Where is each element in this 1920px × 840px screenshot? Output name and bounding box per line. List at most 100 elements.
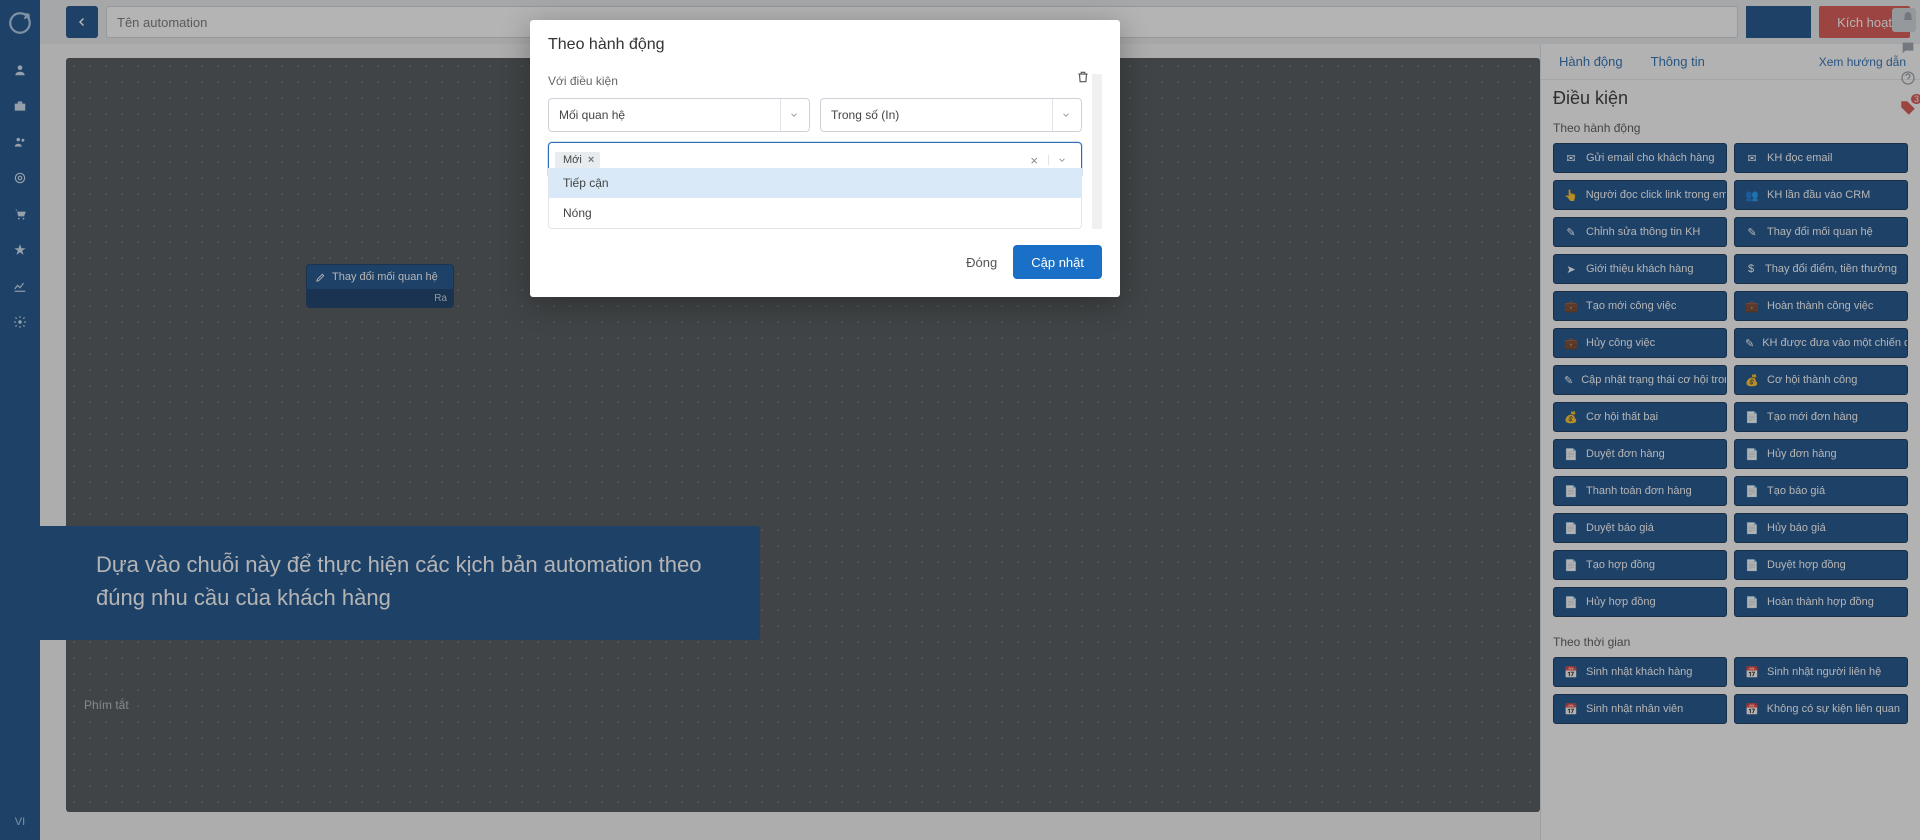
clear-icon[interactable]: × (1026, 153, 1042, 168)
action-label: Sinh nhật khách hàng (1586, 666, 1692, 678)
app-logo-icon (5, 8, 35, 38)
action-icon: 📄 (1745, 522, 1759, 535)
action-label: Không có sự kiện liên quan (1767, 703, 1900, 715)
action-button[interactable]: ✎KH được đưa vào một chiến dịch (1734, 328, 1908, 358)
action-icon: 👆 (1564, 189, 1578, 202)
action-label: Duyệt đơn hàng (1586, 448, 1665, 460)
action-button[interactable]: ✉ Gửi email cho khách hàng (1553, 143, 1727, 173)
tab-actions[interactable]: Hành động (1545, 44, 1637, 79)
close-button[interactable]: Đóng (966, 255, 997, 270)
action-button[interactable]: 👥KH lần đầu vào CRM (1734, 180, 1908, 210)
action-icon: 📄 (1745, 411, 1759, 424)
action-button[interactable]: 📅Sinh nhật khách hàng (1553, 657, 1727, 687)
action-icon: 📄 (1564, 596, 1578, 609)
action-button[interactable]: 📅 Không có sự kiện liên quan (1734, 694, 1908, 724)
nav-cart-icon[interactable] (0, 196, 40, 232)
action-button[interactable]: ✉KH đọc email (1734, 143, 1908, 173)
action-button[interactable]: 📄Tạo mới đơn hàng (1734, 402, 1908, 432)
chat-icon[interactable] (1898, 38, 1918, 58)
trash-icon[interactable] (1076, 70, 1090, 84)
options-dropdown: Tiếp cận Nóng (548, 168, 1082, 229)
action-icon: ✉ (1564, 152, 1578, 165)
action-button[interactable]: ✎Cập nhật trạng thái cơ hội trong … (1553, 365, 1727, 395)
action-icon: 📄 (1564, 448, 1578, 461)
action-icon: ✎ (1745, 337, 1754, 350)
chevron-down-icon (1052, 99, 1071, 131)
action-button[interactable]: 📅Sinh nhật nhân viên (1553, 694, 1727, 724)
action-label: Hoàn thành hợp đồng (1767, 596, 1874, 608)
topbar-select[interactable] (1746, 6, 1811, 38)
action-button[interactable]: 📅Sinh nhật người liên hệ (1734, 657, 1908, 687)
action-label: KH lần đầu vào CRM (1767, 189, 1870, 201)
action-button[interactable]: 📄 Duyệt đơn hàng (1553, 439, 1727, 469)
action-button[interactable]: 📄Tạo hợp đồng (1553, 550, 1727, 580)
action-icon: 💼 (1564, 337, 1578, 350)
action-icon: ➤ (1564, 263, 1578, 276)
action-icon: 📅 (1745, 703, 1759, 716)
canvas-node[interactable]: Thay đổi mối quan hệ Ra (306, 264, 454, 308)
action-label: Sinh nhật nhân viên (1586, 703, 1683, 715)
action-label: KH đọc email (1767, 152, 1832, 164)
right-panel: Hành động Thông tin Xem hướng dẫn Điều k… (1540, 44, 1920, 840)
nav-gear-icon[interactable] (0, 304, 40, 340)
shortcut-label: Phím tắt (84, 698, 129, 712)
action-icon: 💼 (1564, 300, 1578, 313)
action-button[interactable]: 📄Thanh toán đơn hàng (1553, 476, 1727, 506)
action-label: Hủy công việc (1586, 337, 1655, 349)
action-button[interactable]: 📄Duyệt hợp đồng (1734, 550, 1908, 580)
option-item[interactable]: Tiếp cận (549, 168, 1081, 198)
action-button[interactable]: 💼 Hoàn thành công việc (1734, 291, 1908, 321)
left-sidebar: VI (0, 0, 40, 840)
chip: Mới × (555, 152, 600, 168)
section-action-label: Theo hành động (1541, 115, 1920, 143)
nav-briefcase-icon[interactable] (0, 88, 40, 124)
action-button[interactable]: ➤Giới thiệu khách hàng (1553, 254, 1727, 284)
action-button[interactable]: 📄Hoàn thành hợp đồng (1734, 587, 1908, 617)
section-time-label: Theo thời gian (1541, 629, 1920, 657)
action-button[interactable]: 📄Hủy hợp đồng (1553, 587, 1727, 617)
action-button[interactable]: 📄Hủy đơn hàng (1734, 439, 1908, 469)
nav-user-icon[interactable] (0, 52, 40, 88)
action-label: Gửi email cho khách hàng (1586, 152, 1714, 164)
action-button[interactable]: 📄Tạo báo giá (1734, 476, 1908, 506)
question-icon[interactable] (1898, 68, 1918, 88)
action-icon: 💰 (1745, 374, 1759, 387)
node-port-out[interactable]: Ra (307, 289, 453, 307)
nav-target-icon[interactable] (0, 160, 40, 196)
chevron-down-icon[interactable] (1048, 155, 1075, 165)
tag-icon[interactable]: 3 (1898, 98, 1918, 118)
language-indicator[interactable]: VI (15, 804, 25, 840)
caption-overlay: Dựa vào chuỗi này để thực hiện các kịch … (40, 526, 760, 640)
tag-badge: 3 (1911, 94, 1920, 104)
action-icon: 📄 (1745, 485, 1759, 498)
action-button[interactable]: 📄Hủy báo giá (1734, 513, 1908, 543)
action-label: Chỉnh sửa thông tin KH (1586, 226, 1700, 238)
action-button[interactable]: ✎Chỉnh sửa thông tin KH (1553, 217, 1727, 247)
option-item[interactable]: Nóng (549, 198, 1081, 228)
nav-star-icon[interactable] (0, 232, 40, 268)
action-button[interactable]: 💼Tạo mới công việc (1553, 291, 1727, 321)
action-icon: ✎ (1745, 226, 1759, 239)
action-label: Người đọc click link trong email (1586, 189, 1727, 201)
tab-info[interactable]: Thông tin (1637, 44, 1719, 79)
operator-select[interactable]: Trong số (In) (820, 98, 1082, 132)
action-label: Cơ hội thành công (1767, 374, 1857, 386)
nav-users-icon[interactable] (0, 124, 40, 160)
submit-button[interactable]: Cập nhật (1013, 245, 1102, 279)
action-button[interactable]: 💼 Hủy công việc (1553, 328, 1727, 358)
back-button[interactable] (66, 6, 98, 38)
action-button[interactable]: ✎Thay đổi mối quan hệ (1734, 217, 1908, 247)
action-icon: 💰 (1564, 411, 1578, 424)
field-select[interactable]: Mối quan hệ (548, 98, 810, 132)
action-label: Hoàn thành công việc (1767, 300, 1873, 312)
nav-chart-icon[interactable] (0, 268, 40, 304)
bell-icon[interactable] (1898, 8, 1918, 28)
modal-title: Theo hành động (530, 20, 1120, 64)
action-button[interactable]: 📄Duyệt báo giá (1553, 513, 1727, 543)
action-button[interactable]: 👆 Người đọc click link trong email (1553, 180, 1727, 210)
action-button[interactable]: 💰 Cơ hội thành công (1734, 365, 1908, 395)
action-button[interactable]: 💰Cơ hội thất bại (1553, 402, 1727, 432)
action-icon: 💼 (1745, 300, 1759, 313)
action-button[interactable]: $Thay đổi điểm, tiền thưởng (1734, 254, 1908, 284)
chip-remove-icon[interactable]: × (588, 154, 594, 166)
